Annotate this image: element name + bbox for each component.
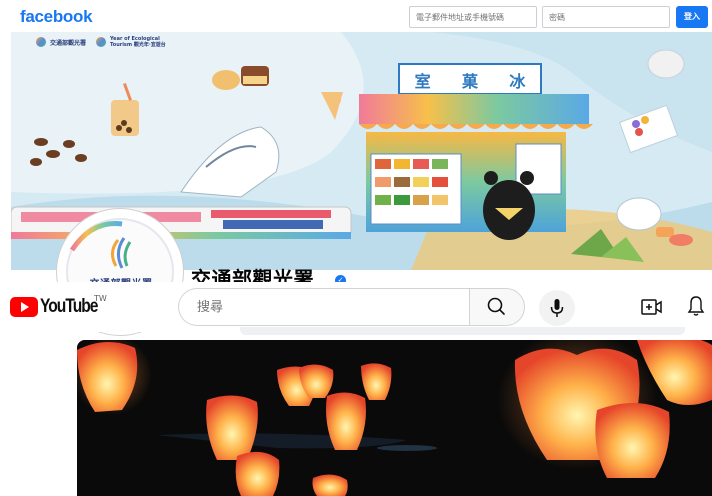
tourism-admin-mini-logo: 交通部觀光署 <box>36 37 86 47</box>
microphone-icon <box>550 299 564 317</box>
login-button[interactable]: 登入 <box>676 6 708 28</box>
notifications-bell-icon <box>687 296 705 316</box>
shop-sign: 室 菓 冰 <box>399 68 541 92</box>
youtube-header: YouTube TW <box>0 282 712 332</box>
notifications-button[interactable] <box>685 294 707 318</box>
cover-logos: 交通部觀光署 Year of Ecological Tourism 觀光年·宜遊… <box>36 36 170 48</box>
shop-sign-char: 冰 <box>509 72 526 91</box>
ecotourism-year-mini-logo: Year of Ecological Tourism 觀光年·宜遊台 <box>96 36 170 48</box>
facebook-logo[interactable]: facebook <box>20 7 93 27</box>
video-thumbnail[interactable] <box>77 340 712 496</box>
sky-lanterns-image <box>77 340 712 496</box>
create-video-icon <box>641 299 662 315</box>
region-code: TW <box>94 294 107 303</box>
email-or-phone-field[interactable] <box>409 6 537 28</box>
shop-sign-char: 室 <box>414 72 431 91</box>
facebook-header: facebook 登入 <box>0 0 712 32</box>
password-field[interactable] <box>542 6 670 28</box>
swirl-logo-icon <box>36 37 46 47</box>
swirl-logo-icon <box>96 37 107 47</box>
search-input[interactable] <box>195 289 439 325</box>
search-suggestion-shadow <box>240 327 685 335</box>
voice-search-button[interactable] <box>539 290 575 326</box>
create-button[interactable] <box>640 296 664 318</box>
search-box <box>178 288 470 326</box>
search-button[interactable] <box>469 288 525 326</box>
youtube-wordmark: YouTube <box>40 296 98 317</box>
youtube-play-icon <box>10 297 38 317</box>
shop-sign-char: 菓 <box>461 72 478 91</box>
search-icon <box>487 297 505 315</box>
